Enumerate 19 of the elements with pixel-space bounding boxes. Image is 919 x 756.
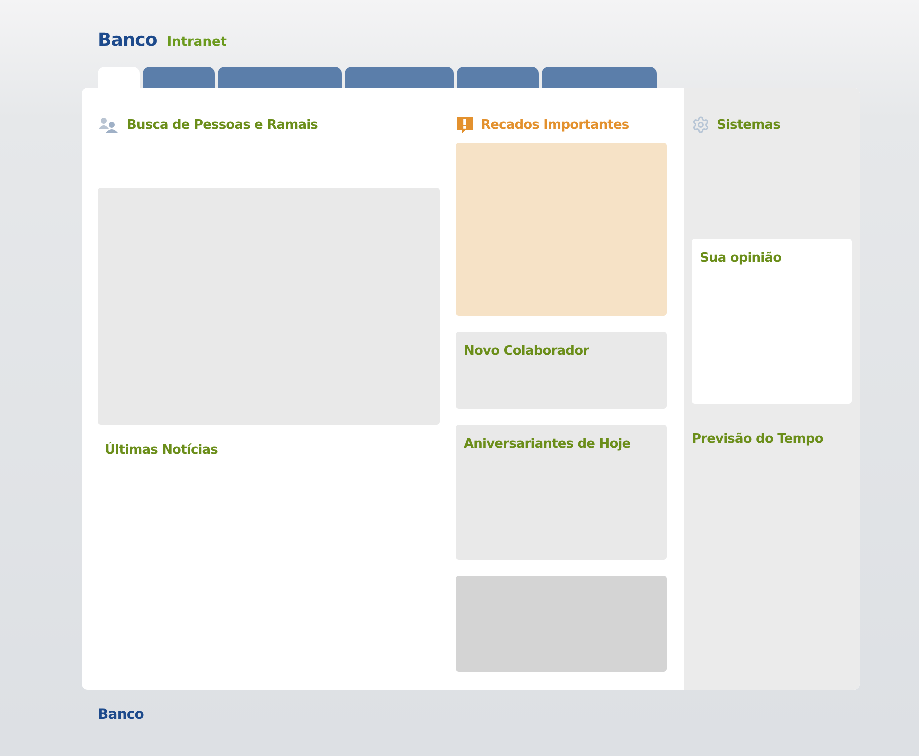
nav-tab[interactable] [542,67,657,88]
nav-tab[interactable] [143,67,215,88]
alert-icon [456,116,474,134]
section-title: Últimas Notícias [105,442,218,458]
section-title: Previsão do Tempo [692,432,824,446]
panel-title: Aniversariantes de Hoje [464,437,631,452]
section-title: Busca de Pessoas e Ramais [127,118,318,132]
panel-title: Sua opinião [700,251,782,266]
settings-icon [692,116,710,134]
brand-logo: Banco [98,30,158,51]
nav-tab[interactable] [218,67,342,88]
people-icon [98,117,120,133]
nav-tab[interactable] [345,67,454,88]
section-title: Recados Importantes [481,118,630,132]
section-title: Sistemas [717,118,780,132]
site-name: Intranet [167,35,227,50]
nav-tab[interactable] [457,67,539,88]
panel-title: Novo Colaborador [464,344,590,359]
footer-brand: Banco [98,707,144,723]
